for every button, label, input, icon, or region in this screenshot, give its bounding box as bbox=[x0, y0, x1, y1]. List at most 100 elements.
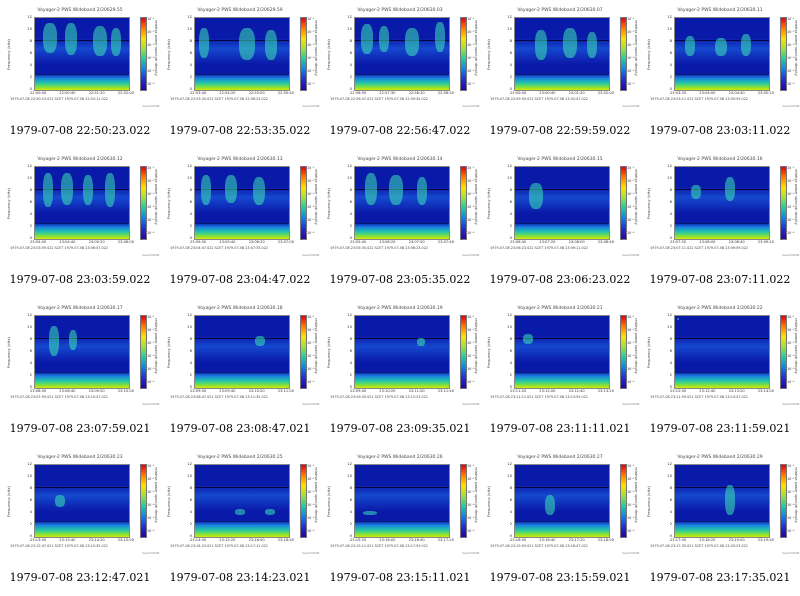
colorbar bbox=[140, 464, 147, 538]
low-frequency-band bbox=[675, 223, 769, 239]
y-tick-label: 8 bbox=[29, 187, 32, 192]
panel-caption: 1979-07-08 23:09:35.021 bbox=[329, 422, 471, 435]
credit-label: Iowa/CASSINI bbox=[622, 403, 640, 406]
credit-label: Iowa/CASSINI bbox=[142, 552, 160, 555]
y-tick-label: 12 bbox=[27, 14, 32, 19]
y-tick-label: 2 bbox=[669, 372, 672, 377]
y-tick-label: 8 bbox=[669, 336, 672, 341]
y-tick-label: 4 bbox=[349, 62, 352, 67]
y-axis-title: Frequency (kHz) bbox=[166, 337, 171, 368]
spectrogram-panel: Voyager-2 PWS Wideband 2/20630.26 Frequen… bbox=[320, 447, 480, 596]
interference-line bbox=[35, 487, 129, 488]
time-range-label: 1979-07-08 23:11:11.021 SCET 1979-07-08 … bbox=[490, 395, 589, 399]
y-tick-label: 10 bbox=[347, 175, 352, 180]
emission-burst bbox=[405, 28, 419, 56]
colorbar-title: relative power spectral density bbox=[634, 20, 638, 76]
panel-caption: 1979-07-08 22:56:47.022 bbox=[329, 124, 471, 137]
colorbar-tick-label: 10⁻⁶ bbox=[307, 380, 315, 384]
time-range-label: 1979-07-08 23:17:35.021 SCET 1979-07-08 … bbox=[650, 544, 749, 548]
low-frequency-band bbox=[35, 521, 129, 537]
time-range-label: 1979-07-08 23:09:35.021 SCET 1979-07-08 … bbox=[330, 395, 429, 399]
y-axis-title: Frequency (kHz) bbox=[326, 337, 331, 368]
colorbar-tick-label: 10⁻⁶ bbox=[467, 529, 475, 533]
y-tick-label: 6 bbox=[509, 50, 512, 55]
y-tick-label: 10 bbox=[667, 26, 672, 31]
spectrogram-image bbox=[34, 315, 130, 389]
colorbar-tick-label: 10⁻⁶ bbox=[627, 231, 635, 235]
interference-line bbox=[675, 189, 769, 190]
y-tick-label: 6 bbox=[29, 199, 32, 204]
low-frequency-band bbox=[35, 372, 129, 388]
y-axis-title: Frequency (kHz) bbox=[166, 39, 171, 70]
y-tick-label: 8 bbox=[509, 38, 512, 43]
spectrogram-panel: Voyager-2 PWS Wideband 2/20630.22 Frequen… bbox=[640, 298, 800, 447]
y-tick-label: 8 bbox=[29, 336, 32, 341]
emission-band bbox=[35, 485, 129, 511]
low-frequency-band bbox=[675, 521, 769, 537]
emission-burst bbox=[379, 26, 389, 52]
colorbar-title: relative power spectral density bbox=[794, 467, 798, 523]
panel-title: Voyager-2 PWS Wideband 2/20630.29 bbox=[677, 455, 763, 460]
y-tick-label: 4 bbox=[29, 211, 32, 216]
panel-title: Voyager-2 PWS Wideband 2/20630.22 bbox=[677, 306, 763, 311]
y-axis-title: Frequency (kHz) bbox=[6, 486, 11, 517]
panel-title: Voyager-2 PWS Wideband 2/20630.16 bbox=[677, 157, 763, 162]
y-tick-label: 8 bbox=[349, 38, 352, 43]
emission-band bbox=[355, 485, 449, 511]
emission-burst bbox=[111, 28, 121, 56]
panel-title: Voyager-2 PWS Wideband 2/20630.23 bbox=[37, 455, 123, 460]
credit-label: Iowa/CASSINI bbox=[462, 254, 480, 257]
y-tick-label: 10 bbox=[27, 26, 32, 31]
low-frequency-band bbox=[515, 223, 609, 239]
y-axis-tick-labels: 12 10 8 6 4 2 0 bbox=[502, 163, 512, 240]
emission-burst bbox=[225, 175, 237, 203]
colorbar-title: relative power spectral density bbox=[314, 467, 318, 523]
y-axis-tick-labels: 12 10 8 6 4 2 0 bbox=[662, 163, 672, 240]
colorbar-title: relative power spectral density bbox=[314, 20, 318, 76]
colorbar bbox=[140, 17, 147, 91]
y-tick-label: 12 bbox=[507, 14, 512, 19]
time-range-label: 1979-07-08 22:50:23.022 SCET 1979-07-08 … bbox=[10, 97, 109, 101]
credit-label: Iowa/CASSINI bbox=[622, 105, 640, 108]
y-axis-tick-labels: 12 10 8 6 4 2 0 bbox=[22, 312, 32, 389]
colorbar-tick-label: 10⁻⁶ bbox=[307, 529, 315, 533]
y-tick-label: 6 bbox=[349, 199, 352, 204]
y-axis-tick-labels: 12 10 8 6 4 2 0 bbox=[182, 14, 192, 91]
y-tick-label: 10 bbox=[667, 473, 672, 478]
y-axis-title: Frequency (kHz) bbox=[6, 39, 11, 70]
low-frequency-band bbox=[35, 74, 129, 90]
spectrogram-panel: Voyager-2 PWS Wideband 2/20630.15 Frequen… bbox=[480, 149, 640, 298]
y-axis-tick-labels: 12 10 8 6 4 2 0 bbox=[22, 14, 32, 91]
spectrogram-panel: Voyager-2 PWS Wideband 2/20630.25 Frequen… bbox=[160, 447, 320, 596]
y-tick-label: 10 bbox=[347, 26, 352, 31]
y-axis-tick-labels: 12 10 8 6 4 2 0 bbox=[502, 14, 512, 91]
time-range-label: 1979-07-08 23:14:23.021 SCET 1979-07-08 … bbox=[170, 544, 269, 548]
panel-title: Voyager-2 PWS Wideband 2/20630.21 bbox=[517, 306, 603, 311]
emission-band bbox=[675, 485, 769, 511]
y-tick-label: 6 bbox=[29, 348, 32, 353]
y-axis-tick-labels: 12 10 8 6 4 2 0 bbox=[182, 163, 192, 240]
y-axis-tick-labels: 12 10 8 6 4 2 0 bbox=[342, 312, 352, 389]
colorbar-tick-label: 10⁻⁶ bbox=[787, 529, 795, 533]
y-tick-label: 8 bbox=[509, 485, 512, 490]
panel-title: Voyager-2 PWS Wideband 2/20629.55 bbox=[37, 8, 123, 13]
y-axis-tick-labels: 12 10 8 6 4 2 0 bbox=[502, 461, 512, 538]
colorbar-tick-label: 10⁻⁶ bbox=[307, 231, 315, 235]
colorbar-tick-label: 10⁻⁶ bbox=[787, 380, 795, 384]
y-axis-tick-labels: 12 10 8 6 4 2 0 bbox=[662, 14, 672, 91]
colorbar-title: relative power spectral density bbox=[154, 169, 158, 225]
panel-caption: 1979-07-08 22:59:59.022 bbox=[489, 124, 631, 137]
y-axis-tick-labels: 12 10 8 6 4 2 0 bbox=[342, 461, 352, 538]
y-tick-label: 10 bbox=[27, 175, 32, 180]
emission-burst bbox=[685, 36, 695, 56]
credit-label: Iowa/CASSINI bbox=[462, 403, 480, 406]
interference-line bbox=[195, 487, 289, 488]
y-tick-label: 4 bbox=[509, 360, 512, 365]
interference-line bbox=[355, 338, 449, 339]
emission-burst bbox=[253, 177, 265, 205]
y-tick-label: 6 bbox=[669, 348, 672, 353]
spectrogram-panel: Voyager-2 PWS Wideband 2/20630.19 Frequen… bbox=[320, 298, 480, 447]
spectrogram-image bbox=[354, 17, 450, 91]
time-range-label: 1979-07-08 23:05:35.022 SCET 1979-07-08 … bbox=[330, 246, 429, 250]
y-tick-label: 6 bbox=[669, 497, 672, 502]
